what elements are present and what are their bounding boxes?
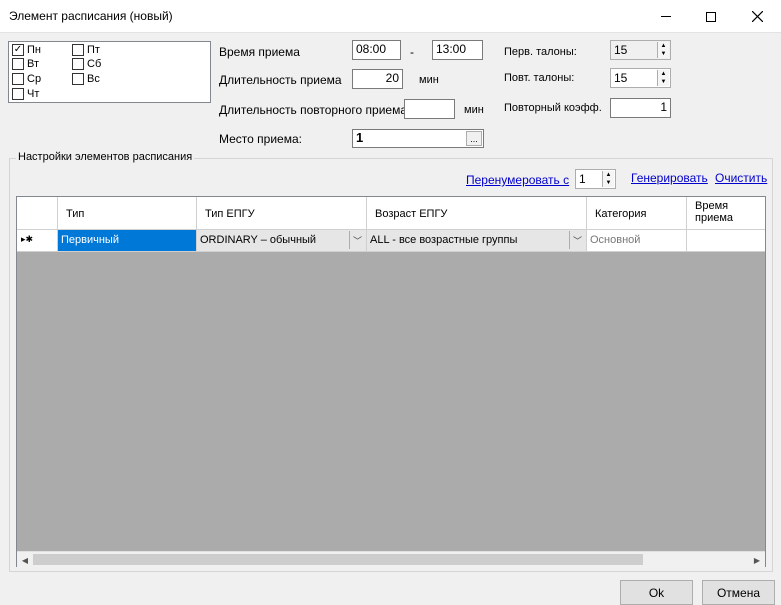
scroll-thumb[interactable] — [33, 554, 643, 565]
spin-up-icon[interactable]: ▲ — [658, 42, 669, 50]
time-to-input[interactable]: 13:00 — [432, 40, 483, 60]
column-header-category[interactable]: Категория — [587, 197, 687, 230]
group-title: Настройки элементов расписания — [16, 151, 195, 163]
checkbox-tuesday[interactable]: Вт — [12, 58, 39, 70]
close-icon — [751, 11, 763, 22]
repeat-duration-input[interactable] — [404, 99, 455, 119]
ok-button[interactable]: Ok — [620, 580, 693, 605]
checkbox-friday[interactable]: Пт — [72, 44, 100, 56]
checkbox-box[interactable] — [72, 73, 84, 85]
spin-up-icon[interactable]: ▲ — [658, 70, 669, 78]
spinner-arrows[interactable]: ▲ ▼ — [602, 171, 614, 187]
cancel-button[interactable]: Отмена — [702, 580, 775, 605]
repeat-tickets-label: Повт. талоны: — [504, 72, 575, 84]
checkbox-label: Чт — [27, 88, 40, 100]
place-browse-button[interactable]: ... — [466, 131, 482, 146]
maximize-button[interactable] — [691, 0, 731, 33]
checkbox-box[interactable] — [12, 73, 24, 85]
repeat-tickets-value: 15 — [614, 71, 628, 85]
horizontal-scrollbar[interactable]: ◀ ▶ — [17, 551, 765, 567]
checkbox-label: Сб — [87, 58, 102, 70]
duration-label: Длительность приема — [219, 73, 342, 87]
spin-down-icon[interactable]: ▼ — [603, 179, 614, 187]
time-label: Время приема — [219, 45, 300, 59]
chevron-down-icon[interactable]: ﹀ — [569, 231, 585, 249]
chevron-down-icon[interactable]: ﹀ — [349, 231, 365, 249]
cell-epgu-type-value: ORDINARY – обычный — [200, 234, 317, 246]
time-from-input[interactable]: 08:00 — [352, 40, 401, 60]
title-bar: Элемент расписания (новый) — [0, 0, 781, 33]
clear-link[interactable]: Очистить — [715, 171, 767, 185]
minimize-icon — [661, 16, 671, 17]
checkbox-label: Вт — [27, 58, 40, 70]
weekday-list: ✓ Пн Вт Ср Чт Пт Сб Вс — [8, 41, 211, 103]
checkbox-box[interactable] — [12, 58, 24, 70]
place-label: Место приема: — [219, 132, 302, 146]
first-tickets-spinner[interactable]: 15 ▲ ▼ — [610, 40, 671, 60]
checkbox-label: Пн — [27, 44, 41, 56]
checkbox-monday[interactable]: ✓ Пн — [12, 44, 41, 56]
cell-epgu-type[interactable]: ORDINARY – обычный ﹀ — [197, 230, 367, 252]
schedule-grid[interactable]: Тип Тип ЕПГУ Возраст ЕПГУ Категория Врем… — [16, 196, 766, 567]
first-tickets-label: Перв. талоны: — [504, 46, 577, 58]
cell-category[interactable]: Основной — [587, 230, 687, 252]
minimize-button[interactable] — [646, 0, 686, 33]
checkbox-box[interactable]: ✓ — [12, 44, 24, 56]
scroll-left-icon[interactable]: ◀ — [17, 552, 33, 568]
row-indicator[interactable]: ▸✱ — [17, 230, 58, 252]
spin-down-icon[interactable]: ▼ — [658, 50, 669, 58]
maximize-icon — [706, 11, 716, 22]
first-tickets-value: 15 — [614, 43, 628, 57]
close-button[interactable] — [737, 0, 777, 33]
renumber-spinner[interactable]: 1 ▲ ▼ — [575, 169, 616, 189]
checkbox-box[interactable] — [72, 44, 84, 56]
place-input[interactable]: 1 — [352, 129, 484, 148]
column-header-time[interactable]: Время приема — [687, 197, 765, 230]
checkbox-saturday[interactable]: Сб — [72, 58, 101, 70]
repeat-coef-input[interactable]: 1 — [610, 98, 671, 118]
repeat-tickets-spinner[interactable]: 15 ▲ ▼ — [610, 68, 671, 88]
checkbox-thursday[interactable]: Чт — [12, 88, 39, 100]
column-header-epgu-type[interactable]: Тип ЕПГУ — [197, 197, 367, 230]
checkbox-wednesday[interactable]: Ср — [12, 73, 41, 85]
checkbox-label: Ср — [27, 73, 42, 85]
spinner-arrows[interactable]: ▲ ▼ — [657, 42, 669, 58]
time-separator: - — [410, 45, 414, 59]
generate-link[interactable]: Генерировать — [631, 171, 708, 185]
repeat-duration-label: Длительность повторного приема — [219, 103, 407, 117]
column-header-type[interactable]: Тип — [58, 197, 197, 230]
cell-epgu-age[interactable]: ALL - все возрастные группы ﹀ — [367, 230, 587, 252]
spin-up-icon[interactable]: ▲ — [603, 171, 614, 179]
spinner-arrows[interactable]: ▲ ▼ — [657, 70, 669, 86]
renumber-value: 1 — [579, 172, 586, 186]
renumber-link[interactable]: Перенумеровать с — [466, 173, 569, 187]
column-header-epgu-age[interactable]: Возраст ЕПГУ — [367, 197, 587, 230]
spin-down-icon[interactable]: ▼ — [658, 78, 669, 86]
scroll-right-icon[interactable]: ▶ — [749, 552, 765, 568]
repeat-duration-unit: мин — [464, 104, 484, 116]
duration-input[interactable]: 20 — [352, 69, 403, 89]
cell-type[interactable]: Первичный — [58, 230, 197, 252]
row-header-corner — [17, 197, 58, 230]
repeat-coef-label: Повторный коэфф. — [504, 102, 602, 114]
checkbox-box[interactable] — [72, 58, 84, 70]
window-title: Элемент расписания (новый) — [9, 9, 173, 23]
cell-epgu-age-value: ALL - все возрастные группы — [370, 234, 518, 246]
checkbox-sunday[interactable]: Вс — [72, 73, 100, 85]
duration-unit: мин — [419, 74, 439, 86]
checkbox-label: Вс — [87, 73, 100, 85]
checkbox-box[interactable] — [12, 88, 24, 100]
checkbox-label: Пт — [87, 44, 100, 56]
cell-time[interactable] — [687, 230, 765, 252]
